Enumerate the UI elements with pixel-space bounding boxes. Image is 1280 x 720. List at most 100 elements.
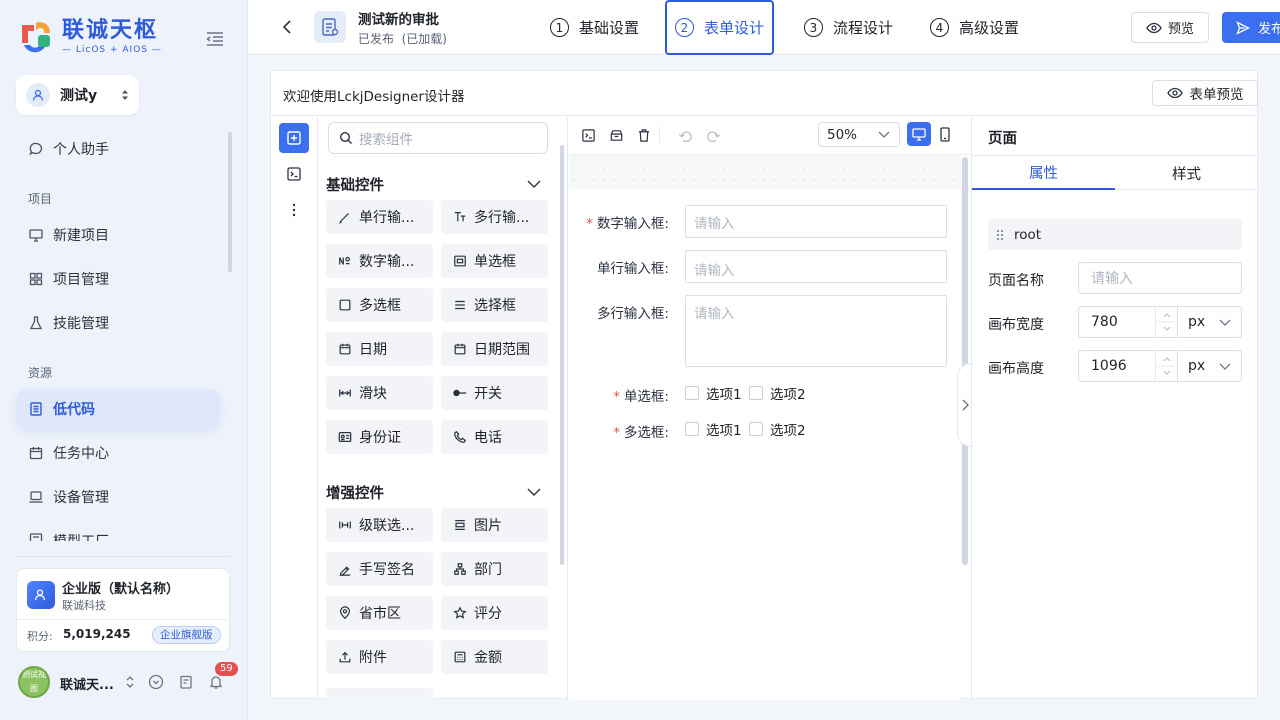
step-2[interactable]: 2 表单设计 xyxy=(665,0,775,55)
radio-option-1[interactable]: 选项1 xyxy=(685,383,742,403)
tenant-switcher[interactable]: 测试y xyxy=(16,75,139,115)
organization-card[interactable]: 企业版（默认名称） 联诚科技 积分: 5,019,245 企业旗舰版 xyxy=(16,568,230,652)
component-label: 手写签名 xyxy=(359,562,415,578)
canvas-area: 50% * 数字输入框: 请输入 单行输入框: 请输入 多行输入框: 请输入 * 单… xyxy=(569,117,970,700)
nav-device-manage[interactable]: 设备管理 xyxy=(16,477,220,517)
enhanced-component-item[interactable]: 金额 xyxy=(441,640,548,674)
checkbox-option-2-label: 选项2 xyxy=(770,423,806,439)
basic-component-item[interactable]: 日期 xyxy=(326,332,433,366)
component-search-input[interactable]: 搜索组件 xyxy=(328,122,548,154)
checkbox-option-2[interactable]: 选项2 xyxy=(749,419,806,439)
menu-collapse-icon[interactable] xyxy=(205,29,225,49)
trash-icon[interactable] xyxy=(635,126,653,144)
sidebar-scrollbar[interactable] xyxy=(228,132,232,272)
list-icon xyxy=(453,298,467,312)
basic-component-item[interactable]: 多选框 xyxy=(326,288,433,322)
add-component-icon[interactable] xyxy=(279,123,309,153)
points-value: 5,019,245 xyxy=(63,627,131,641)
brand-logo[interactable]: 联诚天枢 — LicOS + AIOS — xyxy=(16,18,162,56)
nav-task-center[interactable]: 任务中心 xyxy=(16,433,220,473)
enhanced-component-item[interactable]: 手写签名 xyxy=(326,552,433,586)
enhanced-component-item[interactable]: 图片 xyxy=(441,508,548,542)
tab-attributes[interactable]: 属性 xyxy=(972,156,1115,190)
clipboard-icon[interactable] xyxy=(178,674,194,690)
component-panel-scrollbar[interactable] xyxy=(560,145,564,565)
mobile-view-icon[interactable] xyxy=(935,122,955,146)
code-terminal-icon[interactable] xyxy=(579,126,597,144)
bell-icon[interactable] xyxy=(208,674,224,690)
nav-model-factory[interactable]: 模型工厂 xyxy=(16,521,220,541)
number-input-field[interactable]: 请输入 xyxy=(685,205,947,238)
basic-component-item[interactable]: 单选框 xyxy=(441,244,548,278)
step-1[interactable]: 1 基础设置 xyxy=(550,0,639,55)
basic-component-item[interactable]: 单行输... xyxy=(326,200,433,234)
nav-new-project[interactable]: 新建项目 xyxy=(16,215,220,255)
nav-group-project: 项目 xyxy=(28,192,53,206)
nav-project-manage[interactable]: 项目管理 xyxy=(16,259,220,299)
signature-icon xyxy=(338,562,352,576)
chevron-down-icon[interactable] xyxy=(526,176,542,192)
basic-component-item[interactable]: 身份证 xyxy=(326,420,433,454)
enhanced-component-item[interactable]: 评分 xyxy=(441,596,548,630)
save-box-icon[interactable] xyxy=(607,126,625,144)
checkbox-option-1[interactable]: 选项1 xyxy=(685,419,742,439)
basic-component-item[interactable]: 开关 xyxy=(441,376,548,410)
canvas-height-value: 1096 xyxy=(1091,358,1127,374)
expand-arrows-icon[interactable] xyxy=(122,674,138,690)
desktop-view-icon[interactable] xyxy=(907,122,931,146)
nav-project-manage-label: 项目管理 xyxy=(53,272,109,288)
calculator-icon xyxy=(453,650,467,664)
zoom-select[interactable]: 50% xyxy=(818,122,900,147)
root-node[interactable]: root xyxy=(988,219,1242,250)
upload-icon xyxy=(338,650,352,664)
chevron-down-icon[interactable] xyxy=(526,484,542,500)
component-label: 选择框 xyxy=(474,298,516,314)
enhanced-component-item[interactable]: 部门 xyxy=(441,552,548,586)
pen-icon xyxy=(338,210,352,224)
basic-component-item[interactable]: 电话 xyxy=(441,420,548,454)
preview-button[interactable]: 预览 xyxy=(1131,12,1209,43)
redo-icon[interactable] xyxy=(704,126,722,144)
code-terminal-icon[interactable] xyxy=(279,159,309,189)
enhanced-component-item[interactable]: 级联选... xyxy=(326,508,433,542)
step-number: 2 xyxy=(675,18,694,37)
nav-skill-manage[interactable]: 技能管理 xyxy=(16,303,220,343)
radio-option-2[interactable]: 选项2 xyxy=(749,383,806,403)
undo-icon[interactable] xyxy=(676,126,694,144)
location-icon xyxy=(338,606,352,620)
page-name-input[interactable]: 请输入 xyxy=(1078,262,1242,294)
step-4[interactable]: 4 高级设置 xyxy=(930,0,1019,55)
user-name[interactable]: 联诚天... xyxy=(60,674,114,693)
canvas-height-input[interactable]: 1096 xyxy=(1078,350,1178,382)
back-arrow-icon[interactable] xyxy=(278,18,296,36)
form-preview-button[interactable]: 表单预览 xyxy=(1152,80,1258,106)
component-label: 评分 xyxy=(474,606,502,622)
single-line-input-field[interactable]: 请输入 xyxy=(685,250,947,283)
step-3[interactable]: 3 流程设计 xyxy=(804,0,893,55)
canvas-width-unit-select[interactable]: px xyxy=(1177,306,1242,338)
enhanced-component-item[interactable]: 省市区 xyxy=(326,596,433,630)
chevron-circle-icon[interactable] xyxy=(148,674,164,690)
drag-dots-icon[interactable] xyxy=(279,195,309,225)
multi-line-input-field[interactable]: 请输入 xyxy=(685,295,947,367)
basic-component-item[interactable]: 选择框 xyxy=(441,288,548,322)
basic-component-item[interactable]: 日期范围 xyxy=(441,332,548,366)
basic-component-item[interactable]: 滑块 xyxy=(326,376,433,410)
user-avatar[interactable]: 测试视图 xyxy=(18,666,50,698)
canvas-width-stepper[interactable] xyxy=(1155,307,1178,337)
nav-lowcode[interactable]: 低代码 xyxy=(16,389,220,429)
canvas-height-unit-select[interactable]: px xyxy=(1177,350,1242,382)
basic-component-item[interactable]: 多行输... xyxy=(441,200,548,234)
nav-assistant[interactable]: 个人助手 xyxy=(16,129,220,169)
step-number: 3 xyxy=(804,18,823,37)
component-item-partial[interactable] xyxy=(326,688,433,700)
canvas-width-input[interactable]: 780 xyxy=(1078,306,1178,338)
basic-component-item[interactable]: 数字输... xyxy=(326,244,433,278)
form-canvas[interactable]: * 数字输入框: 请输入 单行输入框: 请输入 多行输入框: 请输入 * 单选框: … xyxy=(569,155,961,700)
canvas-height-stepper[interactable] xyxy=(1155,351,1178,381)
enhanced-component-item[interactable]: 附件 xyxy=(326,640,433,674)
canvas-scrollbar[interactable] xyxy=(962,157,968,565)
tab-style[interactable]: 样式 xyxy=(1115,156,1258,190)
publish-button[interactable]: 发布 xyxy=(1222,12,1280,43)
radio-icon xyxy=(453,254,467,268)
